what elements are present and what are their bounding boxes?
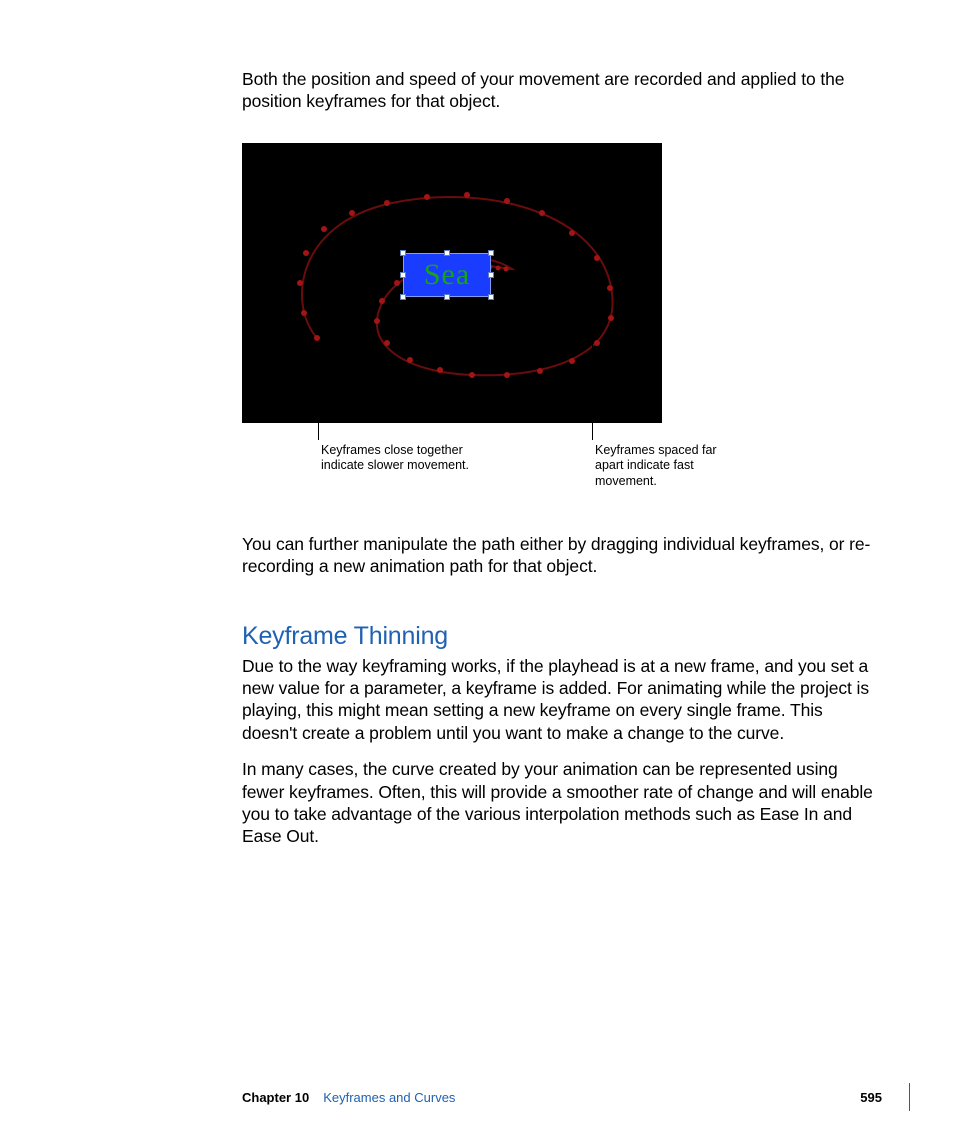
object-label: Sea [424, 258, 470, 292]
resize-handle [400, 272, 406, 278]
selected-object: Sea [404, 254, 490, 296]
figure-callouts: Keyframes close together indicate slower… [242, 423, 742, 513]
resize-handle [444, 294, 450, 300]
figure-wrap: Sea Keyframes close together indicate sl… [242, 143, 882, 513]
paragraph-thinning1: Due to the way keyframing works, if the … [242, 655, 882, 745]
paragraph-intro: Both the position and speed of your move… [242, 68, 882, 113]
resize-handle [488, 272, 494, 278]
resize-handle [488, 294, 494, 300]
resize-handle [400, 294, 406, 300]
paragraph-thinning2: In many cases, the curve created by your… [242, 758, 882, 848]
callout-line [318, 343, 319, 440]
footer-rule [909, 1083, 910, 1111]
motion-path-figure: Sea [242, 143, 662, 423]
paragraph-manipulate: You can further manipulate the path eith… [242, 533, 882, 578]
page-number: 595 [860, 1090, 882, 1105]
page-content: Both the position and speed of your move… [242, 68, 882, 862]
callout-left: Keyframes close together indicate slower… [321, 443, 481, 474]
chapter-label: Chapter 10 [242, 1090, 309, 1105]
resize-handle [444, 250, 450, 256]
section-heading: Keyframe Thinning [242, 622, 882, 651]
callout-line [592, 343, 593, 440]
callout-right: Keyframes spaced far apart indicate fast… [595, 443, 745, 490]
page-footer: Chapter 10 Keyframes and Curves 595 [242, 1090, 882, 1105]
resize-handle [400, 250, 406, 256]
chapter-title: Keyframes and Curves [323, 1090, 455, 1105]
resize-handle [488, 250, 494, 256]
